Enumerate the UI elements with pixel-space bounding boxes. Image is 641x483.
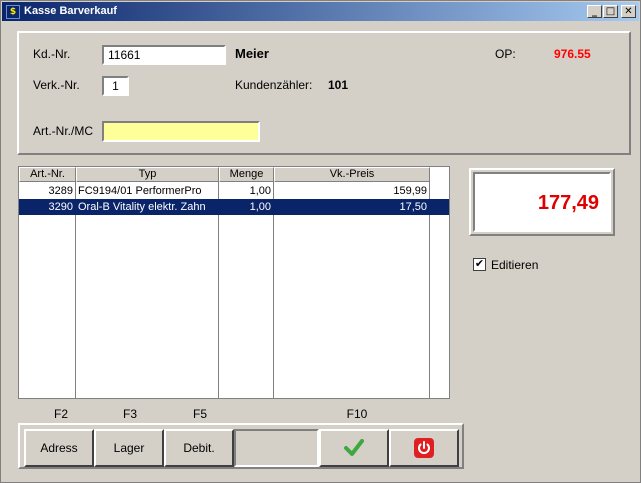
power-icon xyxy=(414,438,434,458)
customer-name: Meier xyxy=(235,46,269,61)
total-display: 177,49 xyxy=(473,172,611,232)
op-label: OP: xyxy=(495,47,516,61)
op-value: 976.55 xyxy=(554,47,591,61)
window-title: Kasse Barverkauf xyxy=(24,5,117,17)
lager-button[interactable]: Lager xyxy=(94,429,164,467)
cell-vk-preis: 17,50 xyxy=(399,201,427,213)
cell-menge: 1,00 xyxy=(249,185,271,197)
verk-nr-input[interactable]: 1 xyxy=(102,76,129,96)
article-table[interactable]: Art.-Nr. Typ Menge Vk.-Preis 3289 FC9194… xyxy=(18,166,450,399)
fkey-f3-label: F3 xyxy=(122,407,137,421)
header-typ[interactable]: Typ xyxy=(76,167,219,182)
customer-panel: Kd.-Nr. 11661 Meier OP: 976.55 Verk.-Nr.… xyxy=(17,31,631,155)
fkey-f10-label: F10 xyxy=(346,407,368,421)
confirm-button[interactable] xyxy=(319,429,389,467)
cell-menge: 1,00 xyxy=(249,201,271,213)
checkmark-icon xyxy=(344,439,364,456)
art-nr-mc-input[interactable] xyxy=(102,121,260,142)
verk-nr-label: Verk.-Nr. xyxy=(33,78,80,92)
total-frame: 177,49 xyxy=(469,168,615,236)
cell-typ: Oral-B Vitality elektr. Zahn xyxy=(78,201,206,213)
close-button[interactable]: ✕ xyxy=(621,5,636,18)
maximize-button[interactable]: □ xyxy=(603,5,618,18)
fkey-f5-label: F5 xyxy=(192,407,207,421)
minimize-button[interactable]: _ xyxy=(587,5,602,18)
debit-button[interactable]: Debit. xyxy=(164,429,234,467)
main-window: $ Kasse Barverkauf _ □ ✕ Kd.-Nr. 11661 M… xyxy=(0,0,641,483)
adress-button[interactable]: Adress xyxy=(24,429,94,467)
table-row[interactable]: 3289 FC9194/01 PerformerPro 1,00 159,99 xyxy=(19,183,449,199)
empty-button-slot xyxy=(234,429,319,467)
app-icon[interactable]: $ xyxy=(6,5,20,19)
kd-nr-label: Kd.-Nr. xyxy=(33,47,71,61)
cell-art-nr: 3289 xyxy=(48,185,73,197)
art-nr-mc-label: Art.-Nr./MC xyxy=(33,124,93,138)
kundenzaehler-label: Kundenzähler: xyxy=(235,78,313,92)
cell-art-nr: 3290 xyxy=(48,201,73,213)
fkey-f2-label: F2 xyxy=(53,407,68,421)
title-bar[interactable]: $ Kasse Barverkauf _ □ ✕ xyxy=(2,2,639,21)
cell-typ: FC9194/01 PerformerPro xyxy=(78,185,202,197)
exit-button[interactable] xyxy=(389,429,459,467)
editieren-label: Editieren xyxy=(491,258,539,272)
header-menge[interactable]: Menge xyxy=(219,167,274,182)
cell-vk-preis: 159,99 xyxy=(393,185,427,197)
table-row-selected[interactable]: 3290 Oral-B Vitality elektr. Zahn 1,00 1… xyxy=(19,199,449,215)
kundenzaehler-value: 101 xyxy=(328,78,349,92)
total-value: 177,49 xyxy=(537,192,599,214)
editieren-checkbox[interactable]: ✔ xyxy=(473,258,486,271)
kd-nr-input[interactable]: 11661 xyxy=(102,45,226,65)
header-vk-preis[interactable]: Vk.-Preis xyxy=(274,167,430,182)
header-art-nr[interactable]: Art.-Nr. xyxy=(19,167,76,182)
button-bar: Adress Lager Debit. xyxy=(18,423,464,469)
